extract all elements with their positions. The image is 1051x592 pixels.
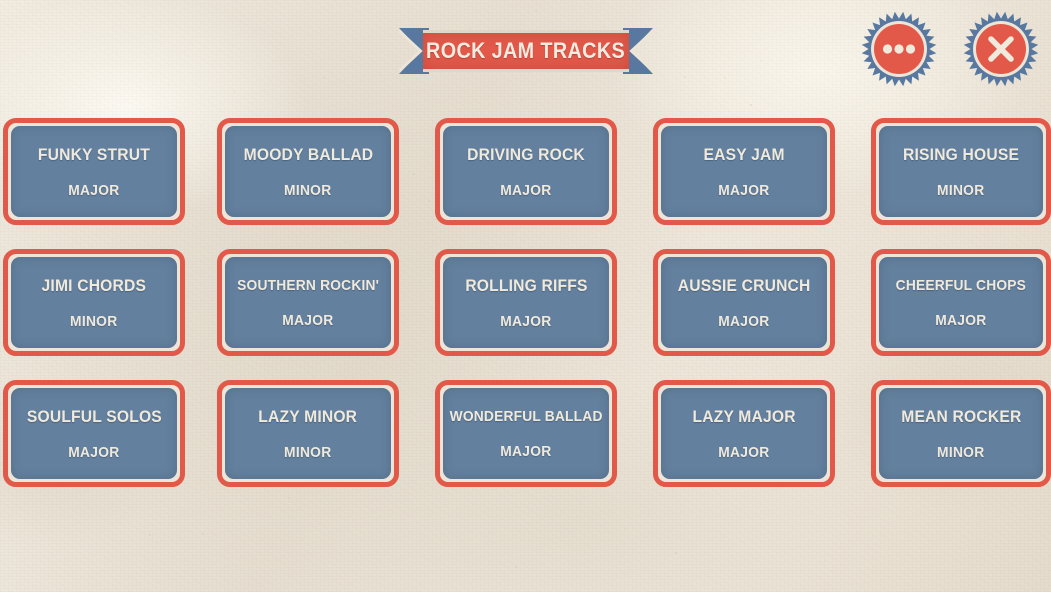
track-card-body: ROLLING RIFFS MAJOR [443, 257, 609, 348]
track-title: JIMI CHORDS [41, 275, 147, 295]
track-key: MAJOR [68, 443, 120, 461]
track-title: FUNKY STRUT [37, 144, 151, 164]
track-key: MINOR [284, 443, 332, 461]
track-card-body: FUNKY STRUT MAJOR [11, 126, 177, 217]
track-title: MEAN ROCKER [900, 406, 1022, 426]
track-card[interactable]: ROLLING RIFFS MAJOR [435, 249, 617, 356]
track-card[interactable]: SOUTHERN ROCKIN' MAJOR [217, 249, 399, 356]
track-card-body: SOUTHERN ROCKIN' MAJOR [225, 257, 391, 348]
track-card-body: EASY JAM MAJOR [661, 126, 827, 217]
track-card[interactable]: DRIVING ROCK MAJOR [435, 118, 617, 225]
track-key: MINOR [70, 312, 118, 330]
track-card-body: MOODY BALLAD MINOR [225, 126, 391, 217]
track-key: MINOR [937, 181, 985, 199]
track-title: EASY JAM [703, 144, 785, 164]
track-key: MAJOR [282, 311, 334, 329]
track-title: MOODY BALLAD [243, 144, 373, 164]
track-card[interactable]: WONDERFUL BALLAD MAJOR [435, 380, 617, 487]
track-key: MAJOR [68, 181, 120, 199]
track-key: MAJOR [718, 443, 770, 461]
track-card[interactable]: JIMI CHORDS MINOR [3, 249, 185, 356]
track-card[interactable]: FUNKY STRUT MAJOR [3, 118, 185, 225]
track-key: MAJOR [500, 181, 552, 199]
track-title: CHEERFUL CHOPS [895, 276, 1027, 294]
track-card-body: MEAN ROCKER MINOR [879, 388, 1043, 479]
track-card-body: LAZY MAJOR MAJOR [661, 388, 827, 479]
track-grid: FUNKY STRUT MAJOR MOODY BALLAD MINOR DRIVING… [0, 0, 1051, 592]
track-card[interactable]: SOULFUL SOLOS MAJOR [3, 380, 185, 487]
track-title: LAZY MAJOR [692, 406, 796, 426]
track-card-body: DRIVING ROCK MAJOR [443, 126, 609, 217]
track-card[interactable]: RISING HOUSE MINOR [871, 118, 1051, 225]
track-title: DRIVING ROCK [467, 144, 585, 164]
track-key: MAJOR [935, 311, 987, 329]
track-card[interactable]: EASY JAM MAJOR [653, 118, 835, 225]
track-card-body: CHEERFUL CHOPS MAJOR [879, 257, 1043, 348]
track-card[interactable]: CHEERFUL CHOPS MAJOR [871, 249, 1051, 356]
track-card-body: LAZY MINOR MINOR [225, 388, 391, 479]
track-card[interactable]: MOODY BALLAD MINOR [217, 118, 399, 225]
track-title: AUSSIE CRUNCH [677, 275, 811, 295]
track-key: MAJOR [718, 181, 770, 199]
track-key: MINOR [937, 443, 985, 461]
track-card-body: RISING HOUSE MINOR [879, 126, 1043, 217]
track-title: RISING HOUSE [902, 144, 1020, 164]
track-card-body: SOULFUL SOLOS MAJOR [11, 388, 177, 479]
track-card-body: WONDERFUL BALLAD MAJOR [443, 388, 609, 479]
track-title: WONDERFUL BALLAD [449, 407, 603, 425]
track-key: MAJOR [500, 442, 552, 460]
track-card[interactable]: LAZY MINOR MINOR [217, 380, 399, 487]
page-title: ROCK JAM TRACKS [426, 38, 626, 63]
track-title: SOUTHERN ROCKIN' [237, 276, 379, 294]
track-card[interactable]: MEAN ROCKER MINOR [871, 380, 1051, 487]
track-title: LAZY MINOR [258, 406, 358, 426]
track-title: ROLLING RIFFS [464, 275, 588, 295]
track-card[interactable]: AUSSIE CRUNCH MAJOR [653, 249, 835, 356]
track-title: SOULFUL SOLOS [26, 406, 162, 426]
track-card[interactable]: LAZY MAJOR MAJOR [653, 380, 835, 487]
track-card-body: AUSSIE CRUNCH MAJOR [661, 257, 827, 348]
track-key: MAJOR [718, 312, 770, 330]
track-key: MINOR [284, 181, 332, 199]
track-card-body: JIMI CHORDS MINOR [11, 257, 177, 348]
track-key: MAJOR [500, 312, 552, 330]
